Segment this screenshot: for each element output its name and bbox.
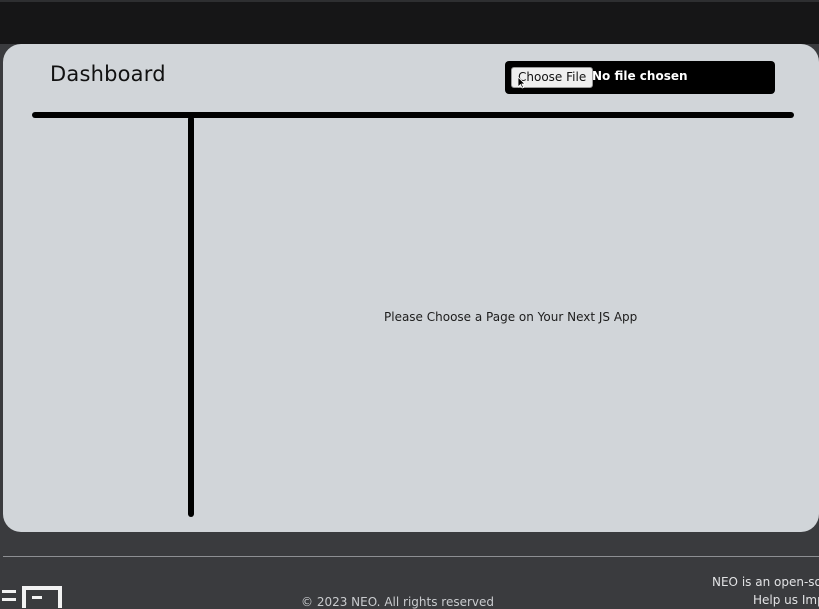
top-bar <box>0 0 819 44</box>
sidebar-divider <box>188 116 194 517</box>
footer-copyright: © 2023 NEO. All rights reserved <box>301 595 494 609</box>
mouse-cursor-icon <box>518 77 526 89</box>
file-input[interactable]: Choose File No file chosen <box>505 61 775 94</box>
dashboard-panel: Dashboard Choose File No file chosen Ple… <box>3 44 819 532</box>
neo-logo-icon <box>2 586 62 608</box>
footer-links[interactable]: Help us Imp <box>753 593 819 607</box>
page-title: Dashboard <box>50 62 166 86</box>
empty-state-message: Please Choose a Page on Your Next JS App <box>384 310 638 324</box>
header-divider <box>32 112 794 118</box>
footer-tagline: NEO is an open-sou <box>712 575 819 589</box>
footer-divider <box>3 556 819 557</box>
file-status-label: No file chosen <box>592 69 688 83</box>
